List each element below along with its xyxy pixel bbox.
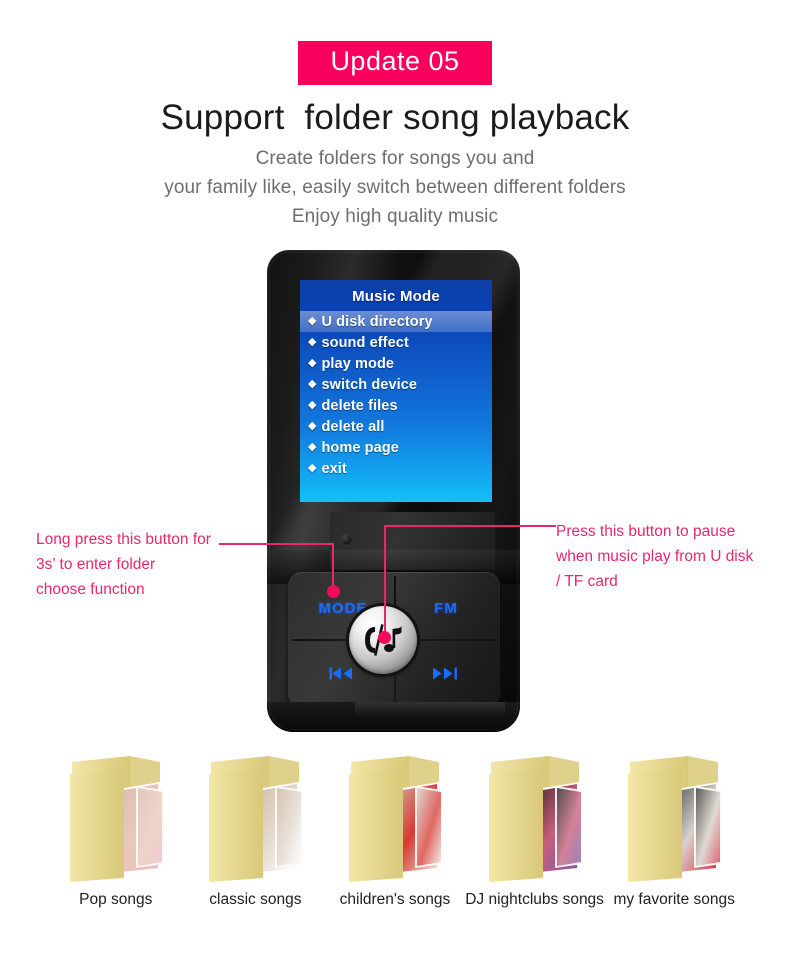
menu-item-label: play mode	[321, 355, 395, 372]
menu-item-label: exit	[321, 460, 347, 477]
diamond-bullet-icon: ◆	[308, 378, 317, 390]
folder-label: my favorite songs	[613, 891, 735, 908]
diamond-bullet-icon: ◆	[308, 420, 317, 432]
diamond-bullet-icon: ◆	[308, 357, 317, 369]
previous-track-icon	[328, 666, 358, 681]
diamond-bullet-icon: ◆	[308, 399, 317, 411]
folder-label: classic songs	[209, 891, 302, 908]
folder-item[interactable]: my favorite songs	[604, 752, 744, 909]
folder-label: Pop songs	[79, 891, 153, 908]
menu-item[interactable]: ◆ delete all	[300, 416, 492, 437]
device-screen: Music Mode ◆ U disk directory ◆ sound effec…	[300, 280, 492, 502]
folder-icon	[483, 752, 587, 882]
marker-dot-mode-button	[327, 585, 340, 598]
update-badge-container: Update 05	[0, 41, 790, 85]
menu-item-label: switch device	[321, 376, 418, 393]
leader-line-right-horizontal	[384, 525, 556, 527]
folder-label: children's songs	[339, 891, 451, 908]
folder-item[interactable]: DJ nightclubs songs	[465, 752, 605, 909]
menu-item[interactable]: ◆ switch device	[300, 374, 492, 395]
mp3-player-device: Music Mode ◆ U disk directory ◆ sound effec…	[267, 250, 520, 732]
subtitle-line-2: your family like, easily switch between …	[164, 177, 626, 198]
microphone-icon	[341, 534, 352, 545]
leader-line-right-vertical	[384, 525, 386, 638]
marker-dot-play-button	[378, 631, 391, 644]
menu-item-label: delete files	[321, 397, 398, 414]
menu-item[interactable]: ◆ U disk directory	[300, 311, 492, 332]
leader-line-left-horizontal	[219, 543, 334, 545]
folder-icon	[64, 752, 168, 882]
subtitle-line-3: Enjoy high quality music	[291, 206, 499, 227]
menu-item[interactable]: ◆ exit	[300, 458, 492, 479]
annotation-right-text: Press this button to pause when music pl…	[556, 523, 754, 590]
annotation-left-text: Long press this button for 3s’ to enter …	[36, 531, 211, 598]
folder-gallery: Pop songs classic songs children's songs DJ…	[0, 752, 790, 909]
folder-icon	[622, 752, 726, 882]
folder-icon	[203, 752, 307, 882]
diamond-bullet-icon: ◆	[308, 441, 317, 453]
diamond-bullet-icon: ◆	[308, 315, 317, 327]
folder-icon	[343, 752, 447, 882]
device-foot-highlight	[355, 702, 505, 716]
music-mode-menu: ◆ U disk directory ◆ sound effect ◆ play mode…	[300, 311, 492, 479]
page-title: Support folder song playback	[160, 98, 630, 137]
menu-item-label: delete all	[321, 418, 385, 435]
menu-item[interactable]: ◆ sound effect	[300, 332, 492, 353]
folder-label: DJ nightclubs songs	[465, 891, 604, 908]
update-badge: Update 05	[298, 41, 492, 85]
menu-item[interactable]: ◆ delete files	[300, 395, 492, 416]
screen-title: Music Mode	[352, 288, 440, 305]
menu-item-label: sound effect	[321, 334, 409, 351]
menu-item[interactable]: ◆ home page	[300, 437, 492, 458]
folder-item[interactable]: classic songs	[186, 752, 326, 909]
diamond-bullet-icon: ◆	[308, 462, 317, 474]
menu-item-label: U disk directory	[321, 313, 433, 330]
menu-item-label: home page	[321, 439, 399, 456]
leader-line-left-vertical	[332, 543, 334, 591]
folder-item[interactable]: Pop songs	[46, 752, 186, 909]
menu-item[interactable]: ◆ play mode	[300, 353, 492, 374]
fm-button-label: FM	[434, 599, 458, 617]
next-track-icon	[431, 666, 461, 681]
subtitle-line-1: Create folders for songs you and	[255, 148, 535, 169]
diamond-bullet-icon: ◆	[308, 336, 317, 348]
folder-item[interactable]: children's songs	[325, 752, 465, 909]
